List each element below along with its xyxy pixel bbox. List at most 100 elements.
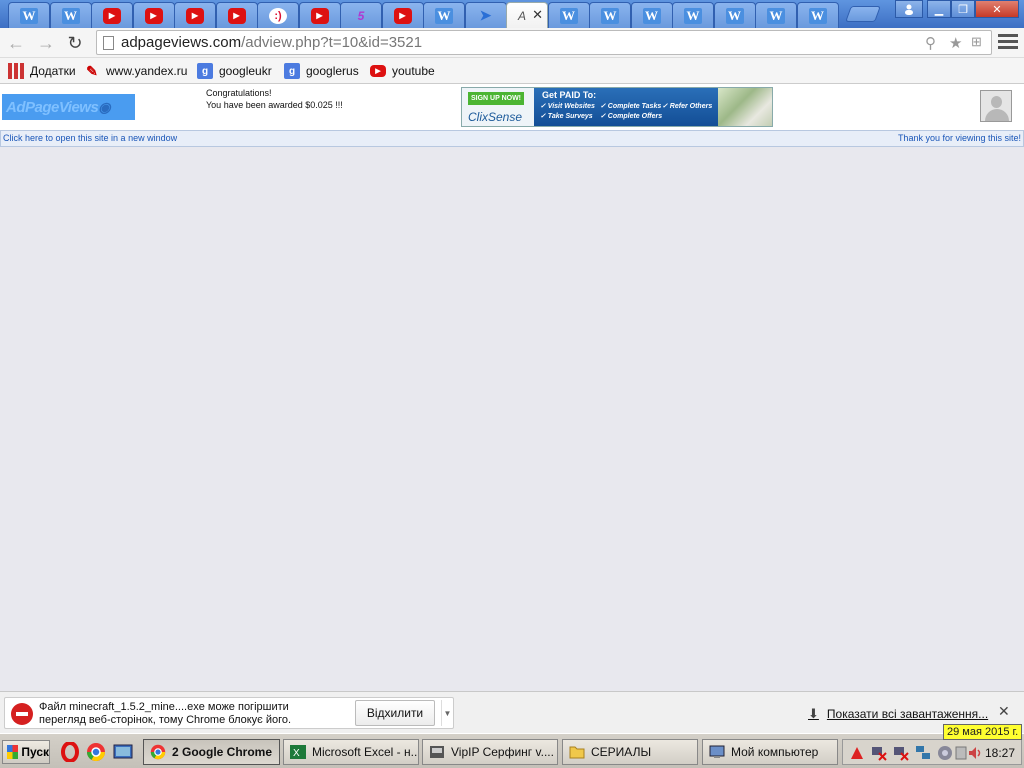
tab[interactable]: W	[49, 2, 92, 28]
back-button[interactable]: ←	[4, 32, 28, 54]
avatar[interactable]	[980, 90, 1012, 122]
minimize-button[interactable]: ▁	[927, 0, 951, 18]
w-site-icon: W	[684, 7, 702, 24]
tab[interactable]: W	[8, 2, 50, 28]
browser-toolbar: ← → ↻ adpageviews.com/adview.php?t=10&id…	[0, 28, 1024, 58]
close-download-bar-button[interactable]: ✕	[998, 703, 1010, 720]
banner-feature: ✓ Complete Tasks	[600, 103, 662, 110]
adpageviews-logo[interactable]: AdPageViews ◉	[2, 94, 135, 120]
start-button[interactable]: Пуск	[2, 740, 50, 764]
bookmark-youtube[interactable]: ▶ youtube	[370, 62, 435, 80]
tab[interactable]: ▶	[215, 2, 258, 28]
tab[interactable]: W	[589, 2, 631, 28]
network-icon[interactable]	[915, 745, 931, 761]
taskbar: Пуск 2 Google Chrome▼ XMicrosoft Excel -…	[0, 733, 1024, 768]
tab[interactable]: 5	[340, 2, 382, 28]
volume-icon[interactable]	[967, 745, 983, 761]
banner-feature: ✓ Complete Offers	[600, 113, 663, 120]
chrome-icon[interactable]	[86, 742, 106, 762]
bookmarks-bar: Додатки ✎ www.yandex.ru g googleukr g googl…	[0, 58, 1024, 84]
google-icon: g	[284, 63, 300, 79]
yandex-icon: ✎	[86, 62, 98, 79]
banner-headline: Get PAID To:	[542, 90, 597, 100]
youtube-icon: ▶	[310, 7, 329, 24]
antivirus-icon[interactable]	[849, 745, 865, 761]
restore-button[interactable]: ❐	[951, 0, 975, 18]
taskbar-chrome[interactable]: 2 Google Chrome▼	[143, 739, 280, 765]
tab[interactable]: ➤	[464, 2, 507, 28]
clock[interactable]: 18:27	[985, 746, 1015, 760]
tab-strip: W W ▶ ▶ ▶ ▶:) ▶ 5 ▶ W ➤ A ✕ W W W W W W W ▁ ❐ ✕	[0, 0, 1024, 28]
w-site-icon: W	[808, 7, 827, 24]
chrome-icon	[150, 744, 166, 760]
tab[interactable]: ▶	[298, 2, 341, 28]
tab[interactable]: ▶	[381, 2, 424, 28]
minimize-icon: ▁	[934, 3, 944, 16]
download-item: Файл minecraft_1.5.2_mine....exe може по…	[4, 697, 454, 729]
youtube-icon: ▶	[393, 7, 412, 24]
tab[interactable]: W	[755, 2, 797, 28]
bookmark-googleukr[interactable]: g googleukr	[197, 62, 272, 80]
open-new-window-link[interactable]: Click here to open this site in a new wi…	[3, 133, 177, 143]
computer-icon	[709, 745, 725, 758]
tab[interactable]: ▶	[91, 2, 133, 28]
taskbar-my-computer[interactable]: Мой компьютер	[702, 739, 838, 765]
address-bar[interactable]: adpageviews.com/adview.php?t=10&id=3521 …	[96, 30, 992, 55]
clixsense-banner[interactable]: SIGN UP NOW! ClixSense Get PAID To: ✓ Vi…	[461, 87, 773, 127]
url-path: /adview.php?t=10&id=3521	[241, 34, 423, 51]
taskbar-excel[interactable]: X Microsoft Excel - н...	[283, 739, 419, 765]
vipip-icon	[430, 746, 444, 758]
five-icon: 5	[357, 8, 365, 23]
show-all-downloads-link[interactable]: ⬇ Показати всі завантаження...	[808, 706, 988, 722]
warning-icon	[11, 703, 33, 725]
tab[interactable]: W	[796, 2, 839, 28]
network-disconnected-icon[interactable]	[893, 745, 909, 761]
show-desktop-icon[interactable]	[113, 742, 133, 762]
reload-icon: ↻	[67, 32, 83, 53]
bookmark-googlerus[interactable]: g googlerus	[284, 62, 359, 80]
download-bar: Файл minecraft_1.5.2_mine....exe може по…	[0, 691, 1024, 733]
bookmark-star-icon[interactable]: ★	[949, 34, 962, 52]
zoom-icon[interactable]: ⚲	[925, 34, 936, 52]
updater-icon[interactable]	[937, 745, 953, 761]
new-tab-button[interactable]	[845, 6, 881, 22]
network-disconnected-icon[interactable]	[871, 745, 887, 761]
windows-flag-icon	[7, 745, 19, 759]
translate-icon[interactable]: ⊞	[971, 34, 982, 50]
ad-header-frame: AdPageViews ◉ Congratulations! You have b…	[0, 84, 1024, 130]
youtube-icon: ▶	[186, 7, 204, 24]
youtube-icon: ▶	[370, 65, 386, 77]
tab[interactable]: W	[547, 2, 590, 28]
tab-active[interactable]: A ✕	[506, 2, 548, 28]
tab[interactable]: :)	[257, 2, 299, 28]
bookmark-apps[interactable]: Додатки	[8, 62, 76, 80]
tab[interactable]: W	[672, 2, 714, 28]
bird-icon: ➤	[479, 7, 492, 23]
forward-button[interactable]: →	[34, 32, 58, 54]
award-text: You have been awarded $0.025 !!!	[206, 100, 343, 110]
discard-button[interactable]: Відхилити	[355, 700, 435, 726]
w-site-icon: W	[435, 7, 453, 24]
download-options-button[interactable]: ▼	[441, 700, 453, 726]
tab[interactable]: W	[713, 2, 756, 28]
tab[interactable]: W	[630, 2, 673, 28]
reload-button[interactable]: ↻	[63, 32, 87, 54]
close-tab-icon[interactable]: ✕	[532, 7, 543, 23]
banner-feature: ✓ Visit Websites	[540, 103, 595, 110]
ad-content-area[interactable]	[0, 148, 1024, 691]
url-text[interactable]: adpageviews.com/adview.php?t=10&id=3521	[121, 34, 422, 51]
bookmark-yandex[interactable]: ✎ www.yandex.ru	[84, 62, 187, 80]
taskbar-vipip[interactable]: VipIP Серфинг v....	[422, 739, 558, 765]
taskbar-folder[interactable]: СЕРИАЛЫ	[562, 739, 698, 765]
close-window-button[interactable]: ✕	[975, 0, 1019, 18]
award-message: Congratulations! You have been awarded $…	[206, 87, 343, 111]
restore-icon: ❐	[958, 3, 968, 16]
page-icon	[103, 36, 114, 50]
profile-button[interactable]	[895, 0, 923, 18]
folder-icon	[569, 746, 585, 759]
tab[interactable]: ▶	[132, 2, 175, 28]
tab[interactable]: W	[423, 2, 465, 28]
chrome-menu-button[interactable]	[998, 34, 1018, 52]
opera-icon[interactable]	[60, 742, 80, 762]
tab[interactable]: ▶	[174, 2, 216, 28]
